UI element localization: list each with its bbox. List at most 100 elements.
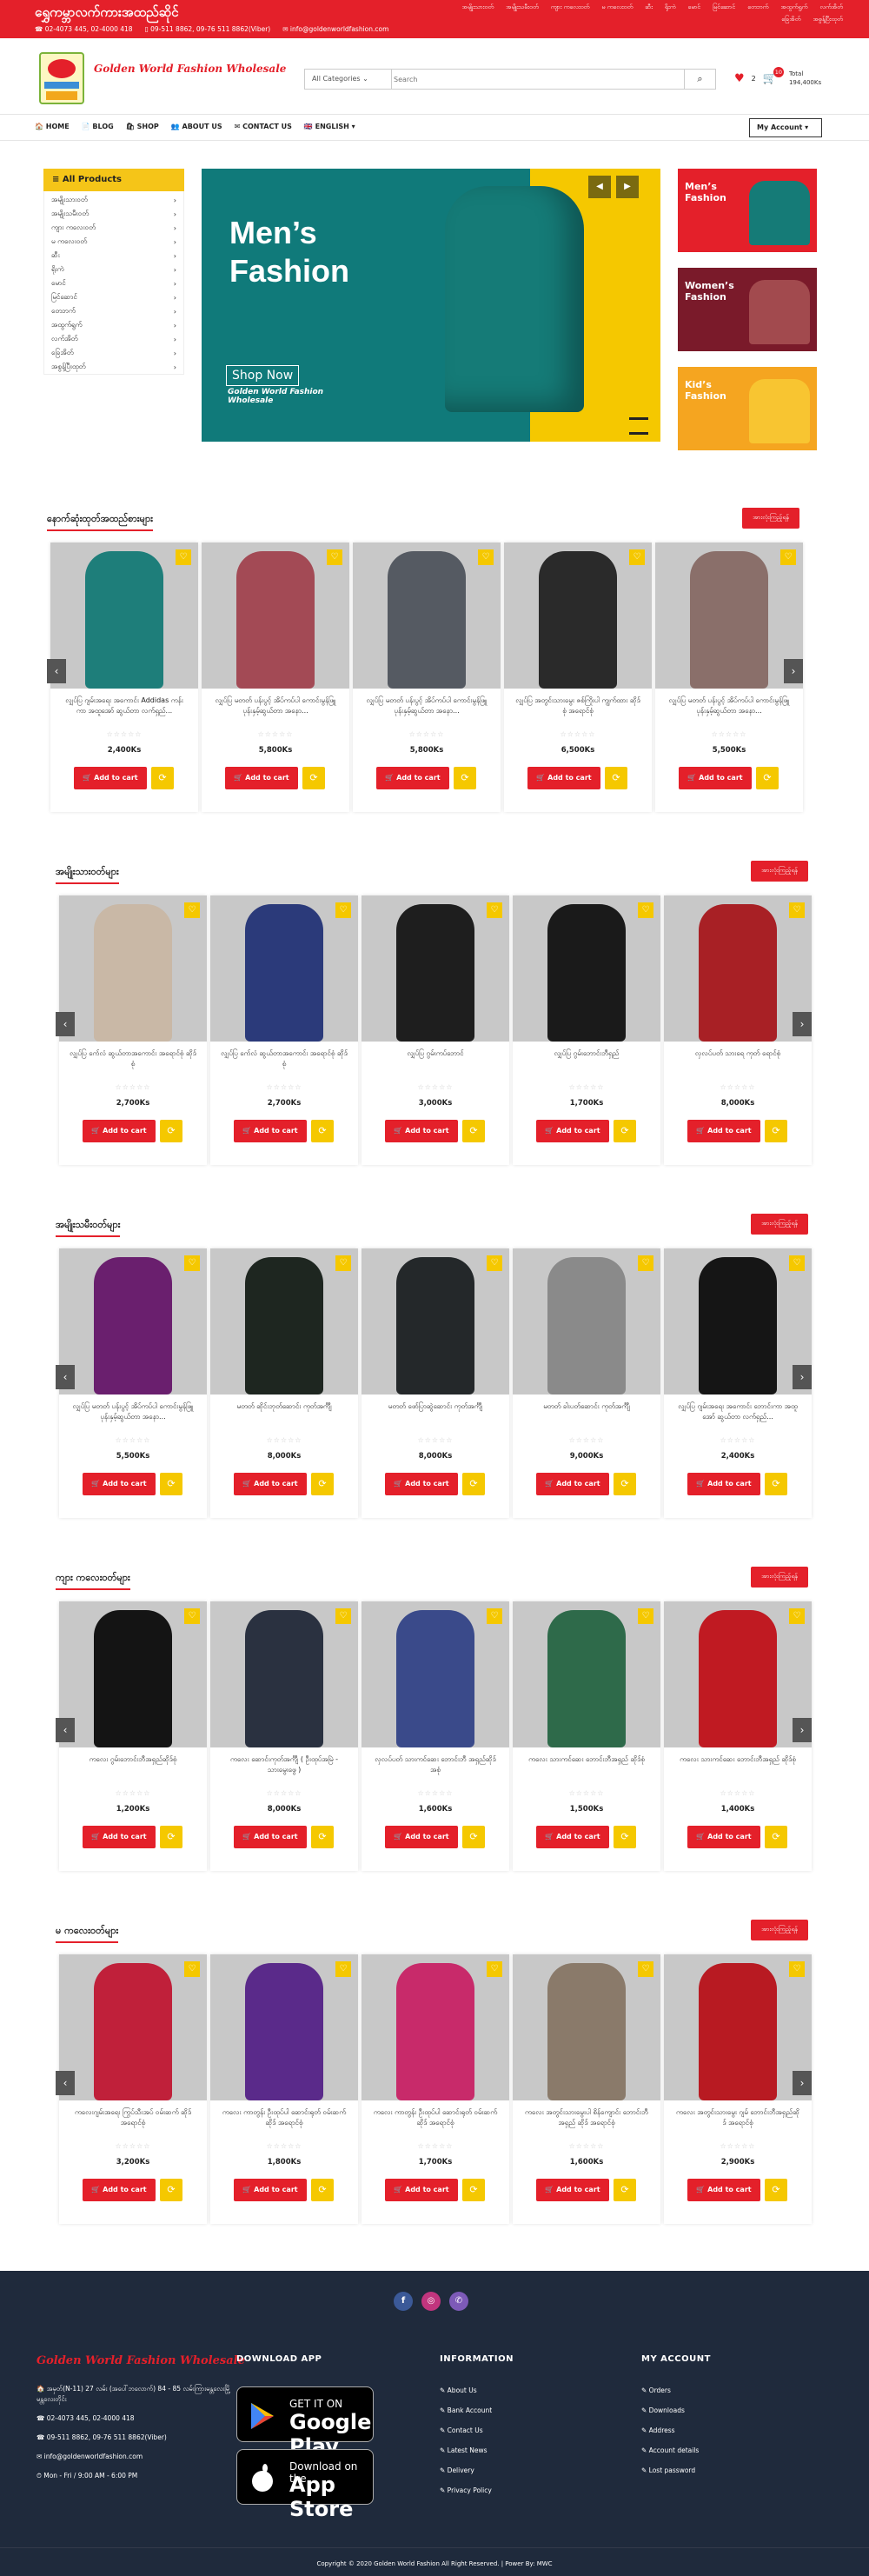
view-all-button[interactable]: အားလုံးကြည့်ရန် <box>751 861 808 882</box>
footer-account-link[interactable]: ✎ Address <box>641 2426 711 2434</box>
search-input[interactable] <box>394 71 680 87</box>
compare-icon[interactable]: ⟳ <box>311 1473 334 1495</box>
add-to-cart-button[interactable]: 🛒 Add to cart <box>687 1826 760 1848</box>
wishlist-heart-icon[interactable]: ♡ <box>789 902 805 918</box>
compare-icon[interactable]: ⟳ <box>302 767 325 789</box>
slider-next-icon[interactable]: › <box>784 659 803 683</box>
wishlist-icon[interactable]: ♥ <box>734 72 745 85</box>
search-category-select[interactable]: All Categories ⌄ <box>305 70 392 89</box>
wishlist-heart-icon[interactable]: ♡ <box>335 1961 351 1977</box>
sidebar-item[interactable]: အစွန့်ပြီးထုတ် › <box>44 360 183 374</box>
sidebar-item[interactable]: လက်အိတ် › <box>44 332 183 346</box>
add-to-cart-button[interactable]: 🛒 Add to cart <box>74 767 147 789</box>
wishlist-heart-icon[interactable]: ♡ <box>638 1961 653 1977</box>
compare-icon[interactable]: ⟳ <box>160 1120 182 1142</box>
product-name[interactable]: လျှပ်ပြ မတတ် ပန်းပွင့် အိပ်ကပ်ပါ ကောင်းမ… <box>363 696 490 727</box>
compare-icon[interactable]: ⟳ <box>311 1826 334 1848</box>
slider-next-icon[interactable]: › <box>793 1718 812 1742</box>
wishlist-heart-icon[interactable]: ♡ <box>335 902 351 918</box>
main-nav-item[interactable]: 🇬🇧 ENGLISH ▾ <box>304 123 355 130</box>
add-to-cart-button[interactable]: 🛒 Add to cart <box>687 1120 760 1142</box>
banner-menu-icon[interactable] <box>629 417 648 435</box>
add-to-cart-button[interactable]: 🛒 Add to cart <box>385 1473 458 1495</box>
slider-next-icon[interactable]: › <box>793 2071 812 2095</box>
product-name[interactable]: လျှပ်ပြ ဂျမ်းအရေး အကောင်း ဘောင်းကာ အထူအေ… <box>674 1401 801 1433</box>
footer-email[interactable]: ✉ info@goldenworldfashion.com <box>36 2452 236 2462</box>
wishlist-heart-icon[interactable]: ♡ <box>184 902 200 918</box>
product-name[interactable]: လှလပ်ပတ် သားရေ ကုတ် ရောင်စုံ <box>674 1048 801 1080</box>
wishlist-heart-icon[interactable]: ♡ <box>487 902 502 918</box>
footer-info-link[interactable]: ✎ Delivery <box>440 2466 514 2474</box>
compare-icon[interactable]: ⟳ <box>605 767 627 789</box>
wishlist-heart-icon[interactable]: ♡ <box>335 1608 351 1624</box>
compare-icon[interactable]: ⟳ <box>765 1473 787 1495</box>
all-products-header[interactable]: ≡ All Products <box>43 169 184 191</box>
sidebar-item[interactable]: မ ကလေးဝတ် › <box>44 235 183 249</box>
footer-info-link[interactable]: ✎ Contact Us <box>440 2426 514 2434</box>
sidebar-item[interactable]: ကျား ကလေးဝတ် › <box>44 221 183 235</box>
view-all-button[interactable]: အားလုံးကြည့်ရန် <box>742 508 799 529</box>
slider-next-icon[interactable]: › <box>793 1012 812 1036</box>
add-to-cart-button[interactable]: 🛒 Add to cart <box>234 1473 307 1495</box>
slider-prev-icon[interactable]: ‹ <box>56 1365 75 1389</box>
product-name[interactable]: ကလေး ကာတွန်း ဦးထုပ်ပါ ဆောင်းရုတ် ဝမ်းဆက်… <box>221 2107 348 2139</box>
top-nav-item[interactable]: မြင်ဆောင် <box>713 3 735 12</box>
app-store-button[interactable]: Download on the App Store <box>236 2449 374 2521</box>
add-to-cart-button[interactable]: 🛒 Add to cart <box>83 2179 156 2201</box>
add-to-cart-button[interactable]: 🛒 Add to cart <box>385 2179 458 2201</box>
compare-icon[interactable]: ⟳ <box>614 1120 636 1142</box>
wishlist-heart-icon[interactable]: ♡ <box>629 549 645 565</box>
sidebar-item[interactable]: ဆီး › <box>44 249 183 263</box>
wishlist-heart-icon[interactable]: ♡ <box>478 549 494 565</box>
wishlist-heart-icon[interactable]: ♡ <box>487 1961 502 1977</box>
product-name[interactable]: လျှပ်ပြ မတတ် ပန်းပွင့် အိပ်ကပ်ပါ ကောင်းမ… <box>70 1401 196 1433</box>
product-name[interactable]: လျှပ်ပြ ဂွမ်းကပ်ဘောင် <box>372 1048 499 1080</box>
main-nav-item[interactable]: 🏠 HOME <box>35 123 70 130</box>
compare-icon[interactable]: ⟳ <box>462 1826 485 1848</box>
top-nav-item[interactable]: အစွန့်ပြီးထုတ် <box>813 16 843 24</box>
my-account-button[interactable]: My Account ▾ <box>749 118 822 137</box>
product-name[interactable]: လျှပ်ပြ မတတ် ပန်းပွင့် အိပ်ကပ်ပါ ကောင်းမ… <box>212 696 339 727</box>
banner-prev-icon[interactable]: ◀ <box>588 176 611 198</box>
add-to-cart-button[interactable]: 🛒 Add to cart <box>385 1826 458 1848</box>
wishlist-heart-icon[interactable]: ♡ <box>780 549 796 565</box>
add-to-cart-button[interactable]: 🛒 Add to cart <box>536 2179 609 2201</box>
compare-icon[interactable]: ⟳ <box>311 1120 334 1142</box>
wishlist-heart-icon[interactable]: ♡ <box>184 1255 200 1271</box>
wishlist-heart-icon[interactable]: ♡ <box>487 1255 502 1271</box>
add-to-cart-button[interactable]: 🛒 Add to cart <box>83 1473 156 1495</box>
wishlist-heart-icon[interactable]: ♡ <box>789 1961 805 1977</box>
sidebar-item[interactable]: အထွက်ရွက် › <box>44 318 183 332</box>
main-nav-item[interactable]: 👥 ABOUT US <box>171 123 222 130</box>
top-nav-item[interactable]: ကျား ကလေးဝတ် <box>551 3 590 12</box>
compare-icon[interactable]: ⟳ <box>462 2179 485 2201</box>
compare-icon[interactable]: ⟳ <box>614 1826 636 1848</box>
product-name[interactable]: လှလပ်ပတ် သားကင်ဆေး ဘောင်းဘီ အရှည်ဆိုဒ်အစ… <box>372 1754 499 1786</box>
product-name[interactable]: လျှပ်ပြ အတွင်းသားမွေး ဇစ်ကြိုးပါ ကျွက်ထာ… <box>514 696 641 727</box>
top-email[interactable]: ✉ info@goldenworldfashion.com <box>282 25 388 33</box>
top-nav-item[interactable]: မောင် <box>688 3 701 12</box>
footer-info-link[interactable]: ✎ Privacy Policy <box>440 2486 514 2494</box>
add-to-cart-button[interactable]: 🛒 Add to cart <box>536 1826 609 1848</box>
wishlist-heart-icon[interactable]: ♡ <box>327 549 342 565</box>
sidebar-item[interactable]: မြင်ဆောင် › <box>44 290 183 304</box>
add-to-cart-button[interactable]: 🛒 Add to cart <box>234 1120 307 1142</box>
footer-info-link[interactable]: ✎ Bank Account <box>440 2406 514 2414</box>
top-nav-item[interactable]: ခြေအိတ် <box>781 16 800 24</box>
add-to-cart-button[interactable]: 🛒 Add to cart <box>83 1826 156 1848</box>
wishlist-heart-icon[interactable]: ♡ <box>184 1608 200 1624</box>
compare-icon[interactable]: ⟳ <box>462 1473 485 1495</box>
view-all-button[interactable]: အားလုံးကြည့်ရန် <box>751 1567 808 1588</box>
top-nav-item[interactable]: အထွက်ရွက် <box>780 3 807 12</box>
add-to-cart-button[interactable]: 🛒 Add to cart <box>225 767 298 789</box>
add-to-cart-button[interactable]: 🛒 Add to cart <box>234 2179 307 2201</box>
banner-next-icon[interactable]: ▶ <box>616 176 639 198</box>
sidebar-item[interactable]: မောင် › <box>44 276 183 290</box>
wishlist-heart-icon[interactable]: ♡ <box>487 1608 502 1624</box>
view-all-button[interactable]: အားလုံးကြည့်ရန် <box>751 1920 808 1940</box>
top-nav-item[interactable]: ဆီး <box>645 3 653 12</box>
footer-account-link[interactable]: ✎ Lost password <box>641 2466 711 2474</box>
slider-prev-icon[interactable]: ‹ <box>56 1012 75 1036</box>
instagram-icon[interactable]: ◎ <box>421 2292 441 2311</box>
facebook-icon[interactable]: f <box>394 2292 413 2311</box>
